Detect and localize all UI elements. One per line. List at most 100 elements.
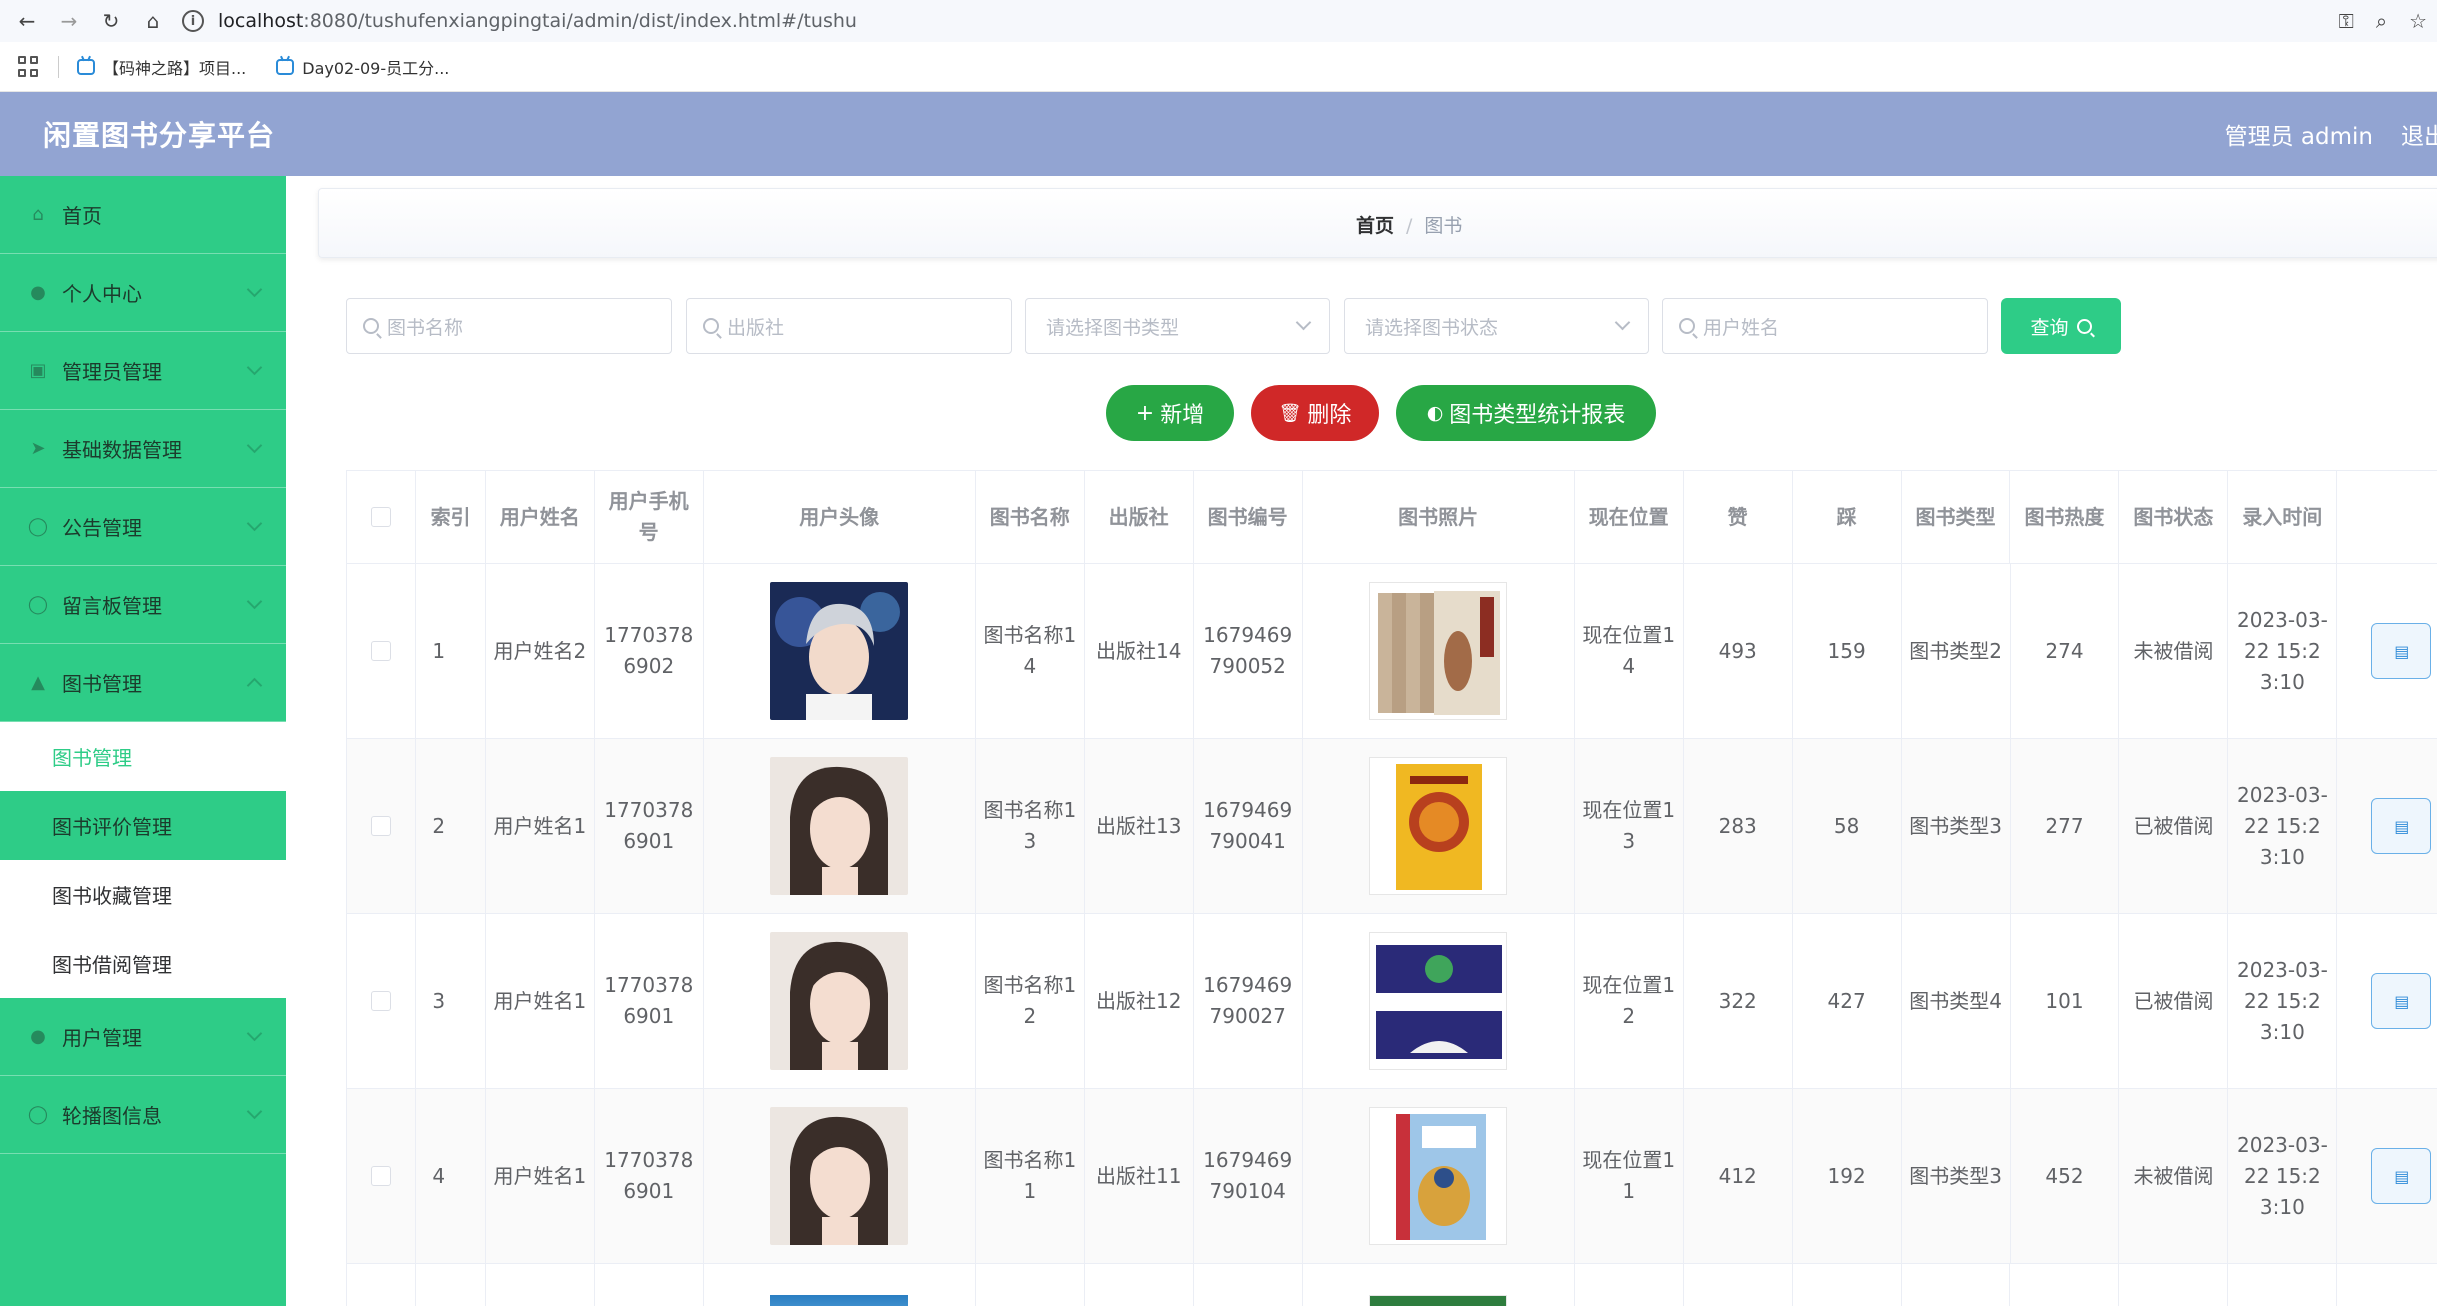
table-row[interactable]: 3 用户姓名1 17703786901 图书名称12 出版社12 1679469… [347, 914, 2437, 1089]
search-icon [1679, 318, 1695, 334]
back-icon[interactable]: ← [12, 6, 42, 36]
row-checkbox[interactable] [371, 641, 392, 661]
bilibili-icon [77, 58, 95, 75]
book-photo [1369, 1107, 1508, 1245]
document-icon: ▤ [2394, 641, 2410, 661]
chevron-down-icon [246, 437, 263, 454]
home-button-icon[interactable]: ⌂ [138, 6, 168, 36]
sidebar-item-notice[interactable]: ◯ 公告管理 [0, 488, 286, 566]
col-dislike: 踩 [1793, 471, 1902, 563]
table-row[interactable]: 1 用户姓名2 17703786902 图书名称14 出版社14 1679469… [347, 564, 2437, 739]
forward-icon[interactable]: → [54, 6, 84, 36]
plus-icon: + [1135, 400, 1155, 426]
col-book-name: 图书名称 [976, 471, 1085, 563]
col-avatar: 用户头像 [704, 471, 976, 563]
col-time: 录入时间 [2228, 471, 2338, 563]
detail-button[interactable]: ▤ [2371, 973, 2432, 1029]
book-photo [1369, 582, 1508, 720]
url-text[interactable]: localhost:8080/tushufenxiangpingtai/admi… [218, 10, 857, 32]
search-icon [703, 318, 719, 334]
submenu-book-borrow[interactable]: 图书借阅管理 [0, 929, 286, 998]
publisher-input[interactable]: 出版社 [686, 298, 1012, 354]
table-row[interactable]: 4 用户姓名1 17703786901 图书名称11 出版社11 1679469… [347, 1089, 2437, 1264]
row-checkbox[interactable] [371, 816, 392, 836]
current-user: 管理员 admin [2224, 124, 2373, 150]
sidebar-item-users[interactable]: ● 用户管理 [0, 998, 286, 1076]
user-avatar [770, 1107, 909, 1245]
site-info-icon[interactable]: i [182, 10, 204, 32]
report-button[interactable]: ◐ 图书类型统计报表 [1396, 385, 1656, 441]
logout-link[interactable]: 退出 [2401, 117, 2437, 151]
chevron-down-icon [246, 593, 263, 610]
send-icon: ➤ [30, 438, 46, 459]
chevron-down-icon [246, 1103, 263, 1120]
row-checkbox[interactable] [371, 1166, 392, 1186]
trash-icon: 🗑 [1278, 402, 1302, 424]
app-header: 闲置图书分享平台 管理员 admin 退出 [0, 92, 2437, 176]
add-button[interactable]: + 新增 [1106, 385, 1234, 441]
book-table: 索引 用户姓名 用户手机号 用户头像 图书名称 出版社 图书编号 图书照片 现在… [346, 470, 2437, 1306]
bookmark-item[interactable]: 【码神之路】项目... [77, 55, 246, 79]
sidebar-item-books[interactable]: ▲ 图书管理 [0, 644, 286, 722]
book-name-input[interactable]: 图书名称 [346, 298, 672, 354]
book-type-select[interactable]: 请选择图书类型 [1025, 298, 1330, 354]
book-icon: ▲ [31, 672, 45, 693]
apps-icon[interactable] [18, 55, 40, 78]
user-icon: ● [30, 282, 46, 303]
col-code: 图书编号 [1194, 471, 1303, 563]
reload-icon[interactable]: ↻ [96, 6, 126, 36]
row-checkbox[interactable] [371, 991, 392, 1011]
detail-button[interactable]: ▤ [2371, 1148, 2432, 1204]
notice-icon: ◯ [27, 516, 49, 537]
detail-button[interactable]: ▤ [2371, 798, 2432, 854]
table-row[interactable]: 2 用户姓名1 17703786901 图书名称13 出版社13 1679469… [347, 739, 2437, 914]
browser-toolbar: ← → ↻ ⌂ i localhost:8080/tushufenxiangpi… [0, 0, 2437, 42]
sidebar-item-carousel[interactable]: ◯ 轮播图信息 [0, 1076, 286, 1154]
key-icon[interactable]: ⚿ [2339, 9, 2354, 33]
select-all-checkbox[interactable] [371, 507, 392, 527]
table-row[interactable] [347, 1263, 2437, 1306]
breadcrumb-bar: 首页 / 图书 [318, 188, 2437, 258]
address-bar[interactable]: i localhost:8080/tushufenxiangpingtai/ad… [182, 4, 857, 38]
sidebar-item-profile[interactable]: ● 个人中心 [0, 254, 286, 332]
col-publisher: 出版社 [1085, 471, 1194, 563]
document-icon: ▤ [2394, 1166, 2410, 1186]
pie-chart-icon: ◐ [1426, 402, 1444, 424]
query-button[interactable]: 查询 [2001, 298, 2121, 354]
breadcrumb: 首页 / 图书 [1356, 215, 1463, 237]
sidebar-item-admin[interactable]: ▣ 管理员管理 [0, 332, 286, 410]
zoom-icon[interactable]: ⌕ [2376, 9, 2387, 33]
user-avatar [770, 932, 909, 1070]
col-index: 索引 [416, 471, 486, 563]
col-user: 用户姓名 [486, 471, 595, 563]
table-header: 索引 用户姓名 用户手机号 用户头像 图书名称 出版社 图书编号 图书照片 现在… [347, 471, 2437, 564]
breadcrumb-home[interactable]: 首页 [1356, 215, 1394, 237]
browser-actions: ⚿ ⌕ ☆ [2339, 0, 2437, 42]
col-type: 图书类型 [1902, 471, 2011, 563]
submenu-book-manage[interactable]: 图书管理 [0, 722, 286, 791]
user-name-input[interactable]: 用户姓名 [1662, 298, 1988, 354]
col-photo: 图书照片 [1303, 471, 1575, 563]
chevron-down-icon [246, 281, 263, 298]
book-status-select[interactable]: 请选择图书状态 [1344, 298, 1649, 354]
detail-button[interactable]: ▤ [2371, 623, 2432, 679]
book-photo [1369, 932, 1508, 1070]
delete-button[interactable]: 🗑 删除 [1251, 385, 1379, 441]
col-status: 图书状态 [2119, 471, 2229, 563]
sidebar-item-basic-data[interactable]: ➤ 基础数据管理 [0, 410, 286, 488]
sidebar-item-home[interactable]: ⌂ 首页 [0, 176, 286, 254]
chevron-down-icon [1295, 314, 1312, 331]
sidebar-item-message[interactable]: ◯ 留言板管理 [0, 566, 286, 644]
submenu-book-review[interactable]: 图书评价管理 [0, 791, 286, 860]
star-icon[interactable]: ☆ [2409, 9, 2427, 33]
document-icon: ▤ [2394, 991, 2410, 1011]
admin-icon: ▣ [29, 360, 47, 381]
books-submenu: 图书管理 图书评价管理 图书收藏管理 图书借阅管理 [0, 722, 286, 998]
book-photo [1369, 757, 1508, 895]
submenu-book-favorite[interactable]: 图书收藏管理 [0, 860, 286, 929]
col-phone: 用户手机号 [595, 471, 704, 563]
user-avatar [770, 757, 909, 895]
carousel-icon: ◯ [27, 1104, 49, 1125]
bookmark-item[interactable]: Day02-09-员工分... [276, 55, 449, 79]
sidebar: ⌂ 首页 ● 个人中心 ▣ 管理员管理 ➤ 基础数据管理 ◯ 公告管理 ◯ 留言… [0, 176, 286, 1306]
